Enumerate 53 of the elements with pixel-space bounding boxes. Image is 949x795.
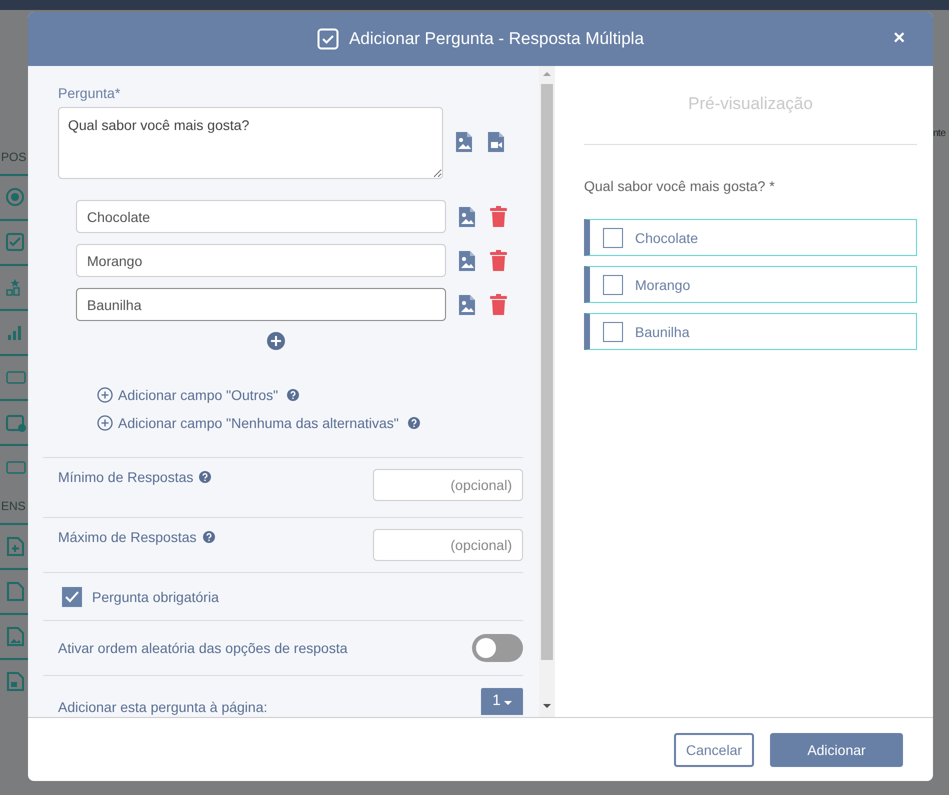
radio-icon[interactable]	[6, 188, 26, 207]
caret-icon	[504, 701, 512, 705]
image-file-icon[interactable]	[458, 294, 476, 316]
option-label: Morango	[635, 276, 690, 292]
help-icon[interactable]	[199, 471, 212, 483]
image-file-icon[interactable]	[455, 131, 473, 153]
setting-label: Ativar ordem aleatória das opções de resposta	[58, 640, 348, 656]
cancel-button[interactable]: Cancelar	[674, 732, 754, 766]
checkbox[interactable]	[62, 586, 82, 606]
scrollbar[interactable]	[539, 66, 555, 717]
add-icon[interactable]	[266, 331, 286, 351]
checkbox[interactable]	[603, 274, 623, 294]
checkbox[interactable]	[603, 228, 623, 248]
number-field[interactable]: (opcional)	[373, 529, 523, 561]
add-field-link[interactable]: Adicionar campo "Outros"	[118, 387, 278, 403]
dialog-title: Adicionar Pergunta - Resposta Múltipla	[349, 29, 644, 49]
field-label: Pergunta*	[58, 85, 122, 101]
help-icon[interactable]	[408, 417, 420, 429]
setting-label: Mínimo de Respostas	[58, 469, 194, 485]
number-field[interactable]: (opcional)	[373, 469, 523, 501]
section-heading: ENS	[1, 499, 27, 513]
help-icon[interactable]	[202, 531, 215, 543]
checkbox[interactable]	[603, 322, 623, 342]
option-field[interactable]: Chocolate	[76, 200, 446, 233]
option-label: Chocolate	[635, 230, 698, 246]
trash-icon[interactable]	[489, 250, 508, 271]
image-file-icon[interactable]	[458, 250, 476, 272]
setting-label: Máximo de Respostas	[58, 529, 197, 545]
checkbox-icon[interactable]	[6, 233, 26, 252]
add-circle-icon[interactable]	[97, 387, 113, 403]
toggle-switch[interactable]	[472, 634, 523, 662]
setting-label: Adicionar esta pergunta à página:	[58, 699, 268, 715]
answer-option[interactable]: Baunilha	[584, 313, 917, 350]
preview-question: Qual sabor você mais gosta? *	[584, 178, 776, 194]
answer-option[interactable]: Morango	[584, 266, 917, 303]
trash-icon[interactable]	[489, 206, 508, 227]
option-field[interactable]: Baunilha	[76, 288, 446, 321]
question-field[interactable]: Qual sabor você mais gosta?	[58, 107, 443, 179]
add-button[interactable]: Adicionar	[770, 732, 903, 766]
trash-icon[interactable]	[489, 294, 508, 315]
close-button[interactable]: ×	[893, 29, 905, 47]
help-icon[interactable]	[287, 389, 300, 401]
option-label: Baunilha	[635, 324, 690, 340]
section-heading: POS	[1, 150, 28, 164]
answer-option[interactable]: Chocolate	[584, 219, 917, 256]
checkbox-label: Pergunta obrigatória	[92, 588, 219, 604]
checkbox-icon	[317, 28, 340, 50]
background-text: nte	[933, 128, 946, 139]
option-field[interactable]: Morango	[76, 244, 446, 277]
add-circle-icon[interactable]	[97, 415, 113, 431]
image-file-icon[interactable]	[458, 206, 476, 228]
page-select[interactable]: 1	[481, 688, 523, 715]
add-field-link[interactable]: Adicionar campo "Nenhuma das alternativas"	[118, 415, 399, 431]
